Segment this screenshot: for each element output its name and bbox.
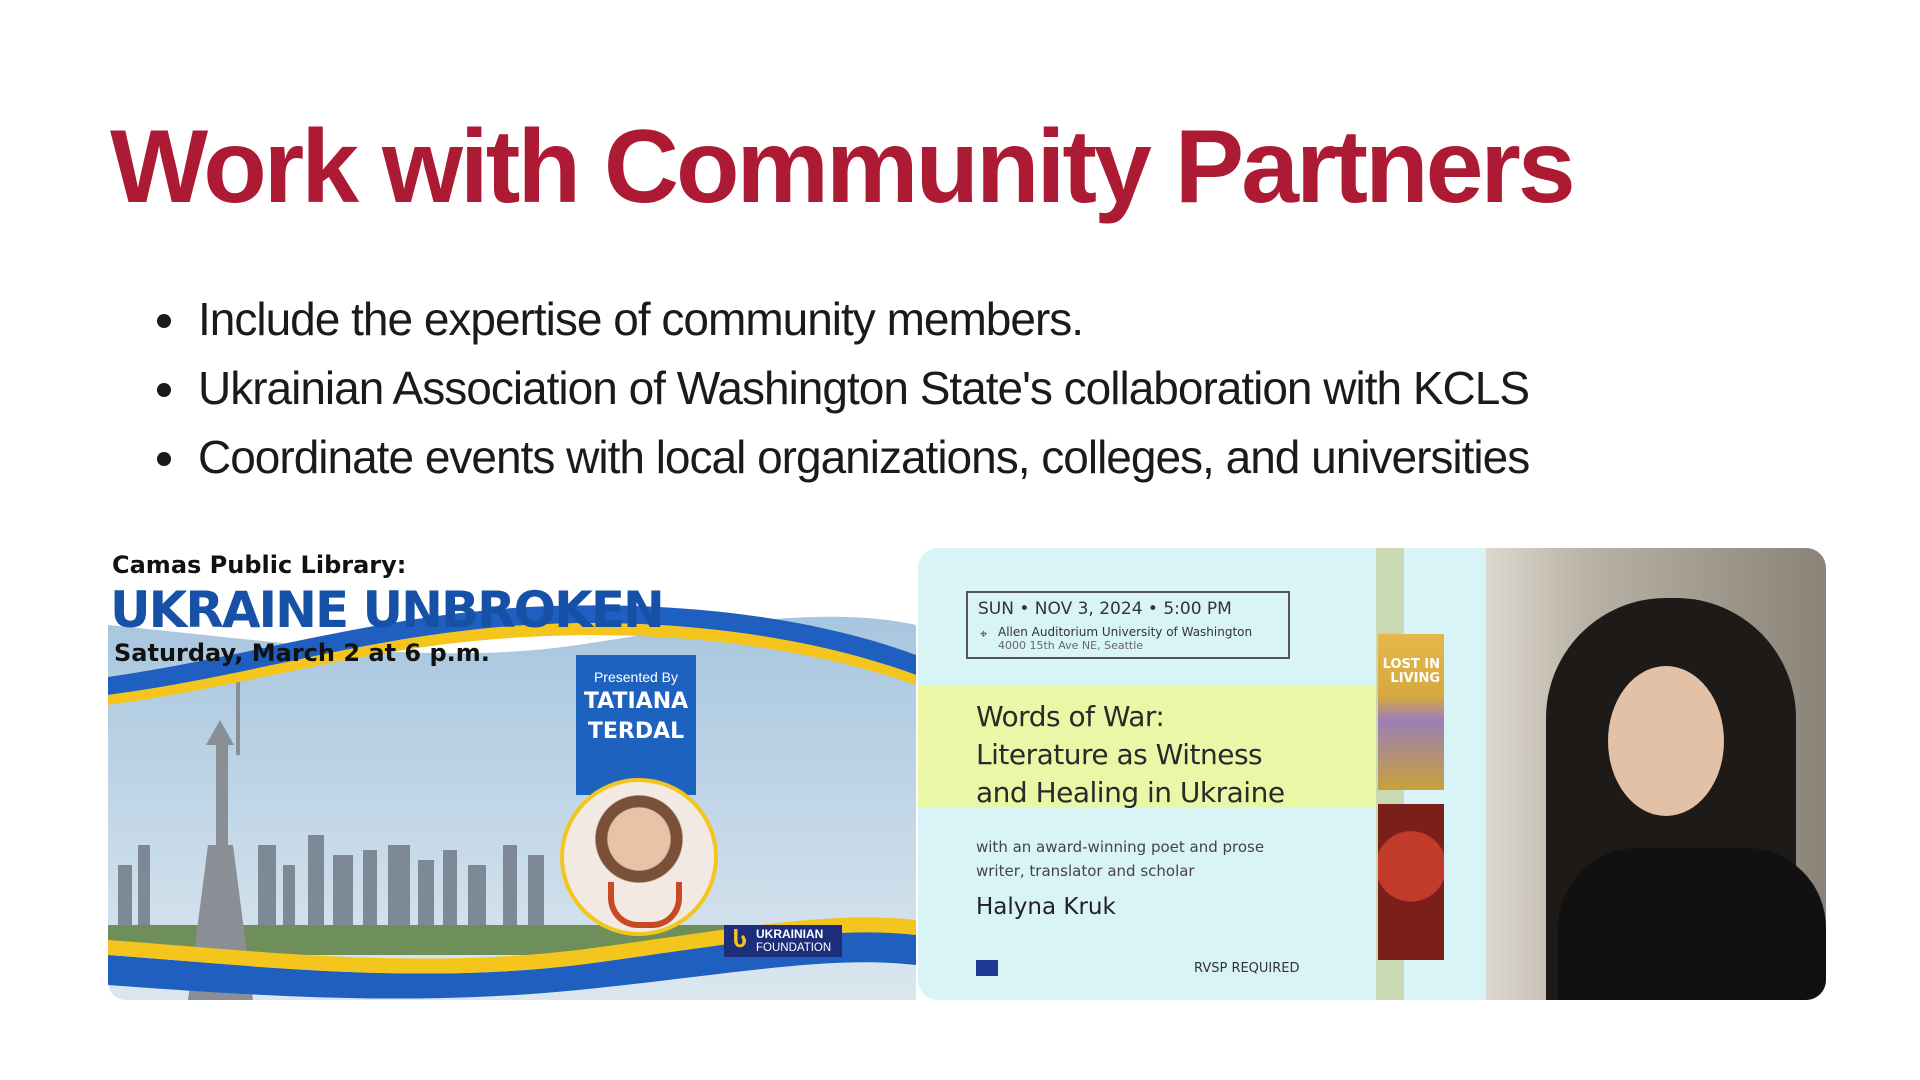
presenter-portrait [560,778,718,936]
event-title-line-2: Literature as Witness [976,738,1263,771]
presented-by-label: Presented By [593,669,679,685]
location-pin-icon: ⌖ [980,626,988,641]
camas-library-event-poster: Camas Public Library: UKRAINE UNBROKEN S… [108,545,916,1000]
bullet-item: Include the expertise of community membe… [192,285,1529,354]
speaker-name: Halyna Kruk [976,894,1116,920]
speaker-photo-face [1608,666,1724,816]
words-of-war-event-poster: SUN • NOV 3, 2024 • 5:00 PM ⌖ Allen Audi… [918,548,1826,1000]
event-date-time: SUN • NOV 3, 2024 • 5:00 PM [978,599,1232,619]
event-subtitle-line-1: with an award-winning poet and prose [976,838,1265,856]
event-subtitle-line-2: writer, translator and scholar [976,862,1195,880]
event-info-box: SUN • NOV 3, 2024 • 5:00 PM ⌖ Allen Audi… [966,591,1290,659]
speaker-photo-body [1558,848,1826,1000]
ukrainian-foundation-logo: Ⴑ UKRAINIAN FOUNDATION [724,925,842,957]
book-title-line-1: LOST IN [1382,657,1440,672]
event-title-line-1: Words of War: [976,700,1165,733]
event-title-line-3: and Healing in Ukraine [976,776,1285,809]
slide-title: Work with Community Partners [110,109,1576,225]
poster-event-title: UKRAINE UNBROKEN [110,581,665,639]
presenter-first-name: TATIANA [583,689,689,714]
logo-line-2: FOUNDATION [756,941,832,954]
event-venue: Allen Auditorium University of Washingto… [998,625,1253,639]
bullet-item: Ukrainian Association of Washington Stat… [192,354,1530,423]
book-title-line-2: LIVING [1390,671,1440,686]
logo-line-1: UKRAINIAN [756,926,824,941]
poster-library-name: Camas Public Library: [112,551,407,579]
presenter-last-name: TERDAL [587,719,685,744]
rsvp-notice: RVSP REQUIRED [1194,960,1300,976]
sponsor-logos: RVSP REQUIRED [976,958,1300,978]
bullet-item: Coordinate events with local organizatio… [192,423,1530,492]
poster-event-date: Saturday, March 2 at 6 p.m. [114,639,490,667]
book-cover-second [1378,804,1444,960]
necklace-detail [608,882,682,928]
presenter-banner: Presented By TATIANA TERDAL [576,655,696,795]
bullet-list: Include the expertise of community membe… [160,285,1530,492]
eu-flag-icon [976,960,998,976]
foundation-mark-icon: Ⴑ [733,928,747,953]
book-cover-lost-in-living: LOST IN LIVING [1378,634,1444,790]
event-address: 4000 15th Ave NE, Seattle [998,639,1144,652]
